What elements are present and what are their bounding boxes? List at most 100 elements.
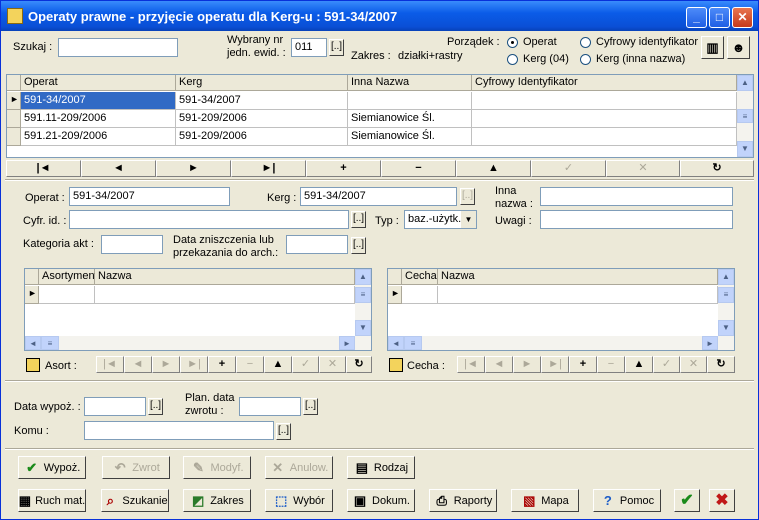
kerg-field[interactable]: 591-34/2007	[300, 187, 457, 206]
szukanie-button[interactable]: ⌕ Szukanie	[101, 489, 169, 512]
komu-browse-button[interactable]: [..]	[276, 423, 291, 440]
mapa-button[interactable]: ▧ Mapa	[511, 489, 579, 512]
minimize-button[interactable]: _	[686, 7, 707, 28]
wypoz-button[interactable]: ✔ Wypoż.	[18, 456, 86, 479]
scroll-up-icon[interactable]: ▲	[737, 75, 753, 91]
col-header-operat[interactable]: Operat	[21, 75, 176, 91]
operat-field[interactable]: 591-34/2007	[69, 187, 230, 206]
col-header-kerg[interactable]: Kerg	[176, 75, 348, 91]
table-row-cell[interactable]	[348, 92, 472, 110]
cyfr-browse-button[interactable]: [..]	[351, 211, 366, 228]
scroll-right-icon[interactable]: ►	[702, 336, 718, 350]
cecha-hscrollbar[interactable]: ◄ ≡ ►	[388, 336, 734, 350]
table-row-cell[interactable]	[472, 92, 737, 110]
cecha-nav-next[interactable]: ►	[513, 356, 541, 373]
return-date-field[interactable]	[239, 397, 301, 416]
zakres-button[interactable]: ◩ Zakres	[183, 489, 251, 512]
loan-date-field[interactable]	[84, 397, 146, 416]
table-row-cell[interactable]: 591-209/2006	[176, 110, 348, 128]
asort-hscrollbar[interactable]: ◄ ≡ ►	[25, 336, 371, 350]
loan-date-browse-button[interactable]: [..]	[148, 398, 163, 415]
cecha-vscrollbar[interactable]: ▲ ≡ ▼	[718, 269, 734, 336]
nav-delete-button[interactable]: −	[381, 160, 456, 177]
asort-nav-refresh[interactable]: ↻	[346, 356, 372, 373]
table-row-cell[interactable]	[402, 286, 438, 304]
zniszczenie-browse-button[interactable]: [..]	[351, 237, 366, 254]
col-header-asortyment[interactable]: Asortyment	[39, 269, 98, 285]
scroll-left-icon[interactable]: ◄	[25, 336, 41, 350]
col-header-cecha[interactable]: Cecha	[402, 269, 438, 285]
col-header-cyfrowy[interactable]: Cyfrowy Identyfikator	[472, 75, 737, 91]
zniszczenie-date-field[interactable]	[286, 235, 348, 254]
order-radio-operat[interactable]	[507, 37, 518, 48]
scroll-left-icon[interactable]: ◄	[388, 336, 404, 350]
cecha-nav-edit[interactable]: ▲	[625, 356, 653, 373]
nav-edit-button[interactable]: ▲	[456, 160, 531, 177]
cecha-grid[interactable]: Cecha Nazwa ► ▲ ≡ ▼ ◄ ≡ ►	[387, 268, 735, 351]
cecha-nav-refresh[interactable]: ↻	[707, 356, 735, 373]
table-row-cell[interactable]: 591-209/2006	[176, 128, 348, 146]
table-row-cell[interactable]	[39, 286, 95, 304]
inna-nazwa-field[interactable]	[540, 187, 733, 206]
table-row-cell[interactable]	[438, 286, 718, 304]
people-button[interactable]: ☻	[727, 36, 750, 59]
scroll-up-icon[interactable]: ▲	[718, 269, 734, 285]
komu-field[interactable]	[84, 421, 274, 440]
unit-browse-button[interactable]: [..]	[329, 39, 344, 56]
scroll-thumb[interactable]: ≡	[404, 336, 422, 350]
table-row-cell[interactable]	[472, 128, 737, 146]
zwrot-button[interactable]: ↶ Zwrot	[102, 456, 170, 479]
scroll-thumb[interactable]: ≡	[737, 109, 753, 123]
order-radio-kerg-inna[interactable]	[580, 54, 591, 65]
raporty-button[interactable]: ⎙ Raporty	[429, 489, 497, 512]
chevron-down-icon[interactable]: ▼	[461, 211, 476, 228]
cecha-note-icon[interactable]	[389, 358, 403, 372]
nav-post-button[interactable]: ✓	[531, 160, 606, 177]
cancel-button[interactable]: ✖	[709, 489, 735, 512]
kerg-browse-button[interactable]: [..]	[460, 188, 475, 205]
nav-next-button[interactable]: ►	[156, 160, 231, 177]
scroll-right-icon[interactable]: ►	[339, 336, 355, 350]
table-row-cell[interactable]: Siemianowice Śl.	[348, 128, 472, 146]
nav-prior-button[interactable]: ◄	[81, 160, 156, 177]
rodzaj-button[interactable]: ▤ Rodzaj	[347, 456, 415, 479]
table-row-cell[interactable]	[472, 110, 737, 128]
nav-last-button[interactable]: ►|	[231, 160, 306, 177]
main-grid-scrollbar[interactable]: ▲ ≡ ▼	[737, 75, 753, 157]
col-header-nazwa[interactable]: Nazwa	[438, 269, 718, 285]
scroll-down-icon[interactable]: ▼	[355, 320, 371, 336]
table-row-cell[interactable]: 591-34/2007	[21, 92, 176, 110]
cecha-nav-first[interactable]: |◄	[457, 356, 485, 373]
nav-cancel-button[interactable]: ✕	[606, 160, 680, 177]
main-grid[interactable]: Operat Kerg Inna Nazwa Cyfrowy Identyfik…	[6, 74, 754, 158]
asort-nav-edit[interactable]: ▲	[264, 356, 292, 373]
search-input[interactable]	[58, 38, 178, 57]
nav-first-button[interactable]: |◄	[6, 160, 81, 177]
cecha-nav-prior[interactable]: ◄	[485, 356, 513, 373]
ok-button[interactable]: ✔	[674, 489, 700, 512]
col-header-nazwa[interactable]: Nazwa	[95, 269, 355, 285]
asort-nav-insert[interactable]: +	[208, 356, 236, 373]
cecha-nav-insert[interactable]: +	[569, 356, 597, 373]
barcode-button[interactable]: ▥	[701, 36, 724, 59]
asort-nav-delete[interactable]: −	[236, 356, 264, 373]
asort-nav-cancel[interactable]: ✕	[319, 356, 346, 373]
modyf-button[interactable]: ✎ Modyf.	[183, 456, 251, 479]
ruch-mat-button[interactable]: ▦ Ruch mat.	[18, 489, 86, 512]
cyfr-id-field[interactable]	[69, 210, 349, 229]
order-radio-kerg[interactable]	[507, 54, 518, 65]
scroll-down-icon[interactable]: ▼	[737, 141, 753, 157]
scroll-down-icon[interactable]: ▼	[718, 320, 734, 336]
order-radio-cyfrowy[interactable]	[580, 37, 591, 48]
table-row-cell[interactable]	[95, 286, 355, 304]
asort-note-icon[interactable]	[26, 358, 40, 372]
cecha-nav-cancel[interactable]: ✕	[680, 356, 707, 373]
asort-nav-prior[interactable]: ◄	[124, 356, 152, 373]
pomoc-button[interactable]: ? Pomoc	[593, 489, 661, 512]
nav-refresh-button[interactable]: ↻	[680, 160, 754, 177]
asort-nav-first[interactable]: |◄	[96, 356, 124, 373]
close-button[interactable]: ✕	[732, 7, 753, 28]
anulow-button[interactable]: ✕ Anulow.	[265, 456, 333, 479]
scroll-up-icon[interactable]: ▲	[355, 269, 371, 285]
cecha-nav-post[interactable]: ✓	[653, 356, 680, 373]
